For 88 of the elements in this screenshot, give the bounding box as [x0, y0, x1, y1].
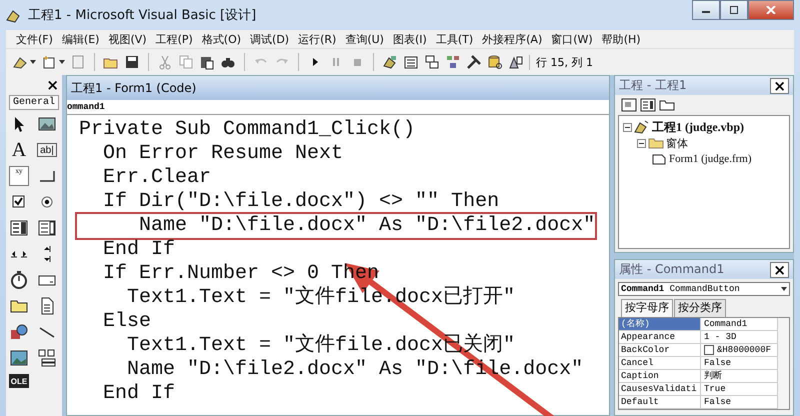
code-line: On Error Resume Next: [102, 142, 344, 166]
tree-item[interactable]: 窗体: [666, 136, 688, 150]
property-value[interactable]: True: [701, 383, 777, 395]
minimize-button[interactable]: [692, 0, 720, 20]
property-name[interactable]: Cancel: [619, 357, 701, 369]
view-object-icon[interactable]: [640, 98, 656, 112]
close-button[interactable]: ×: [770, 78, 789, 94]
collapse-icon[interactable]: [623, 122, 632, 132]
code-line: Else: [102, 310, 152, 334]
list-box-icon[interactable]: [37, 218, 57, 238]
view-code-icon[interactable]: [621, 98, 637, 112]
object-dropdown[interactable]: Command1 CommandButton: [618, 282, 790, 296]
property-value[interactable]: Command1: [701, 318, 777, 330]
menu-item[interactable]: 外接程序(A): [482, 32, 542, 46]
menu-item[interactable]: 视图(V): [108, 32, 147, 46]
combo-box-icon[interactable]: [9, 218, 29, 238]
caret-icon[interactable]: [30, 60, 36, 64]
object-dropdown[interactable]: ommand1: [67, 100, 609, 115]
window-title: 工程1 - Microsoft Visual Basic [设计]: [28, 7, 258, 24]
maximize-icon: [729, 6, 739, 14]
close-button[interactable]: ×: [770, 262, 789, 278]
menu-item[interactable]: 工程(P): [156, 32, 193, 46]
tools-icon[interactable]: [466, 54, 482, 70]
menu-item[interactable]: 帮助(H): [602, 32, 641, 46]
tab[interactable]: 按分类序: [674, 299, 726, 317]
properties-icon[interactable]: [403, 54, 419, 70]
stopwatch-icon[interactable]: [9, 270, 29, 290]
property-value[interactable]: False: [701, 357, 777, 369]
property-value[interactable]: &H8000000F: [701, 344, 777, 356]
scrollbar[interactable]: [777, 318, 789, 409]
tree-item[interactable]: Form1 (judge.frm): [669, 153, 752, 165]
caret-icon[interactable]: [781, 287, 787, 291]
close-icon: [766, 6, 776, 14]
property-value[interactable]: 判断: [701, 370, 777, 382]
database-icon[interactable]: [487, 54, 503, 70]
image-icon[interactable]: [9, 348, 29, 368]
tree-item[interactable]: 工程1 (judge.vbp): [652, 118, 744, 136]
close-button[interactable]: [748, 0, 794, 20]
property-name[interactable]: Appearance: [619, 331, 701, 343]
property-value[interactable]: 1 - 3D: [701, 331, 777, 343]
form-layout-icon[interactable]: [424, 54, 440, 70]
code-window-title: 工程1 - Form1 (Code): [67, 76, 609, 100]
toolbox-tab[interactable]: General: [8, 95, 59, 110]
code-line: Name "D:\file.docx" As "D:\file2.docx": [77, 214, 595, 238]
color-swatch: [704, 345, 714, 355]
code-line: End If: [102, 238, 176, 262]
panel-title: 工程 - 工程1: [619, 77, 687, 94]
ole-tool-icon[interactable]: OLE: [9, 374, 29, 388]
menu-item[interactable]: 文件(F): [16, 32, 53, 46]
menu-item[interactable]: 工具(T): [436, 32, 474, 46]
label-tool-icon[interactable]: A: [9, 140, 29, 160]
cursor-position: 行 15, 列 1: [529, 54, 593, 70]
menu-item[interactable]: 运行(R): [298, 32, 336, 46]
project-explorer-icon[interactable]: [382, 54, 398, 70]
maximize-button[interactable]: [720, 0, 748, 20]
property-name[interactable]: BackColor: [619, 344, 701, 356]
property-name[interactable]: Caption: [619, 370, 701, 382]
menu-item[interactable]: 窗口(W): [551, 32, 593, 46]
property-name[interactable]: Default: [619, 396, 701, 408]
menu-item[interactable]: 查询(U): [345, 32, 384, 46]
folder-icon[interactable]: [659, 98, 675, 112]
property-name[interactable]: (名称): [619, 318, 701, 330]
caret-icon[interactable]: [59, 60, 65, 64]
code-line: If Dir("D:\file.docx") <> "" Then: [102, 190, 500, 214]
paste-icon[interactable]: [199, 54, 215, 70]
panel-title: 属性 - Command1: [619, 261, 724, 278]
folder-icon: [648, 136, 664, 150]
save-icon[interactable]: [124, 54, 140, 70]
data-control-icon[interactable]: [37, 348, 57, 368]
close-button[interactable]: ×: [43, 77, 62, 93]
menu-item[interactable]: 格式(O): [202, 32, 242, 46]
project-icon: [634, 120, 650, 134]
shapes-icon[interactable]: [9, 322, 29, 342]
code-line: End If: [102, 382, 176, 406]
collapse-icon[interactable]: [637, 138, 646, 148]
textbox-tool-icon[interactable]: ab|: [37, 143, 57, 157]
menu-item[interactable]: 编辑(E): [62, 32, 100, 46]
code-line: Err.Clear: [102, 166, 212, 190]
property-name[interactable]: CausesValidati: [619, 383, 701, 395]
object-browser-icon[interactable]: [445, 54, 461, 70]
tab[interactable]: 按字母序: [621, 299, 673, 317]
menu-item[interactable]: 调试(D): [250, 32, 290, 46]
form-icon: [651, 152, 667, 166]
code-line: Text1.Text = "文件file.docx已关闭": [126, 334, 516, 358]
add-form-icon[interactable]: [41, 54, 57, 70]
code-line: Private Sub Command1_Click(): [79, 118, 416, 142]
property-value[interactable]: False: [701, 396, 777, 408]
menu-item[interactable]: 图表(I): [392, 32, 427, 46]
